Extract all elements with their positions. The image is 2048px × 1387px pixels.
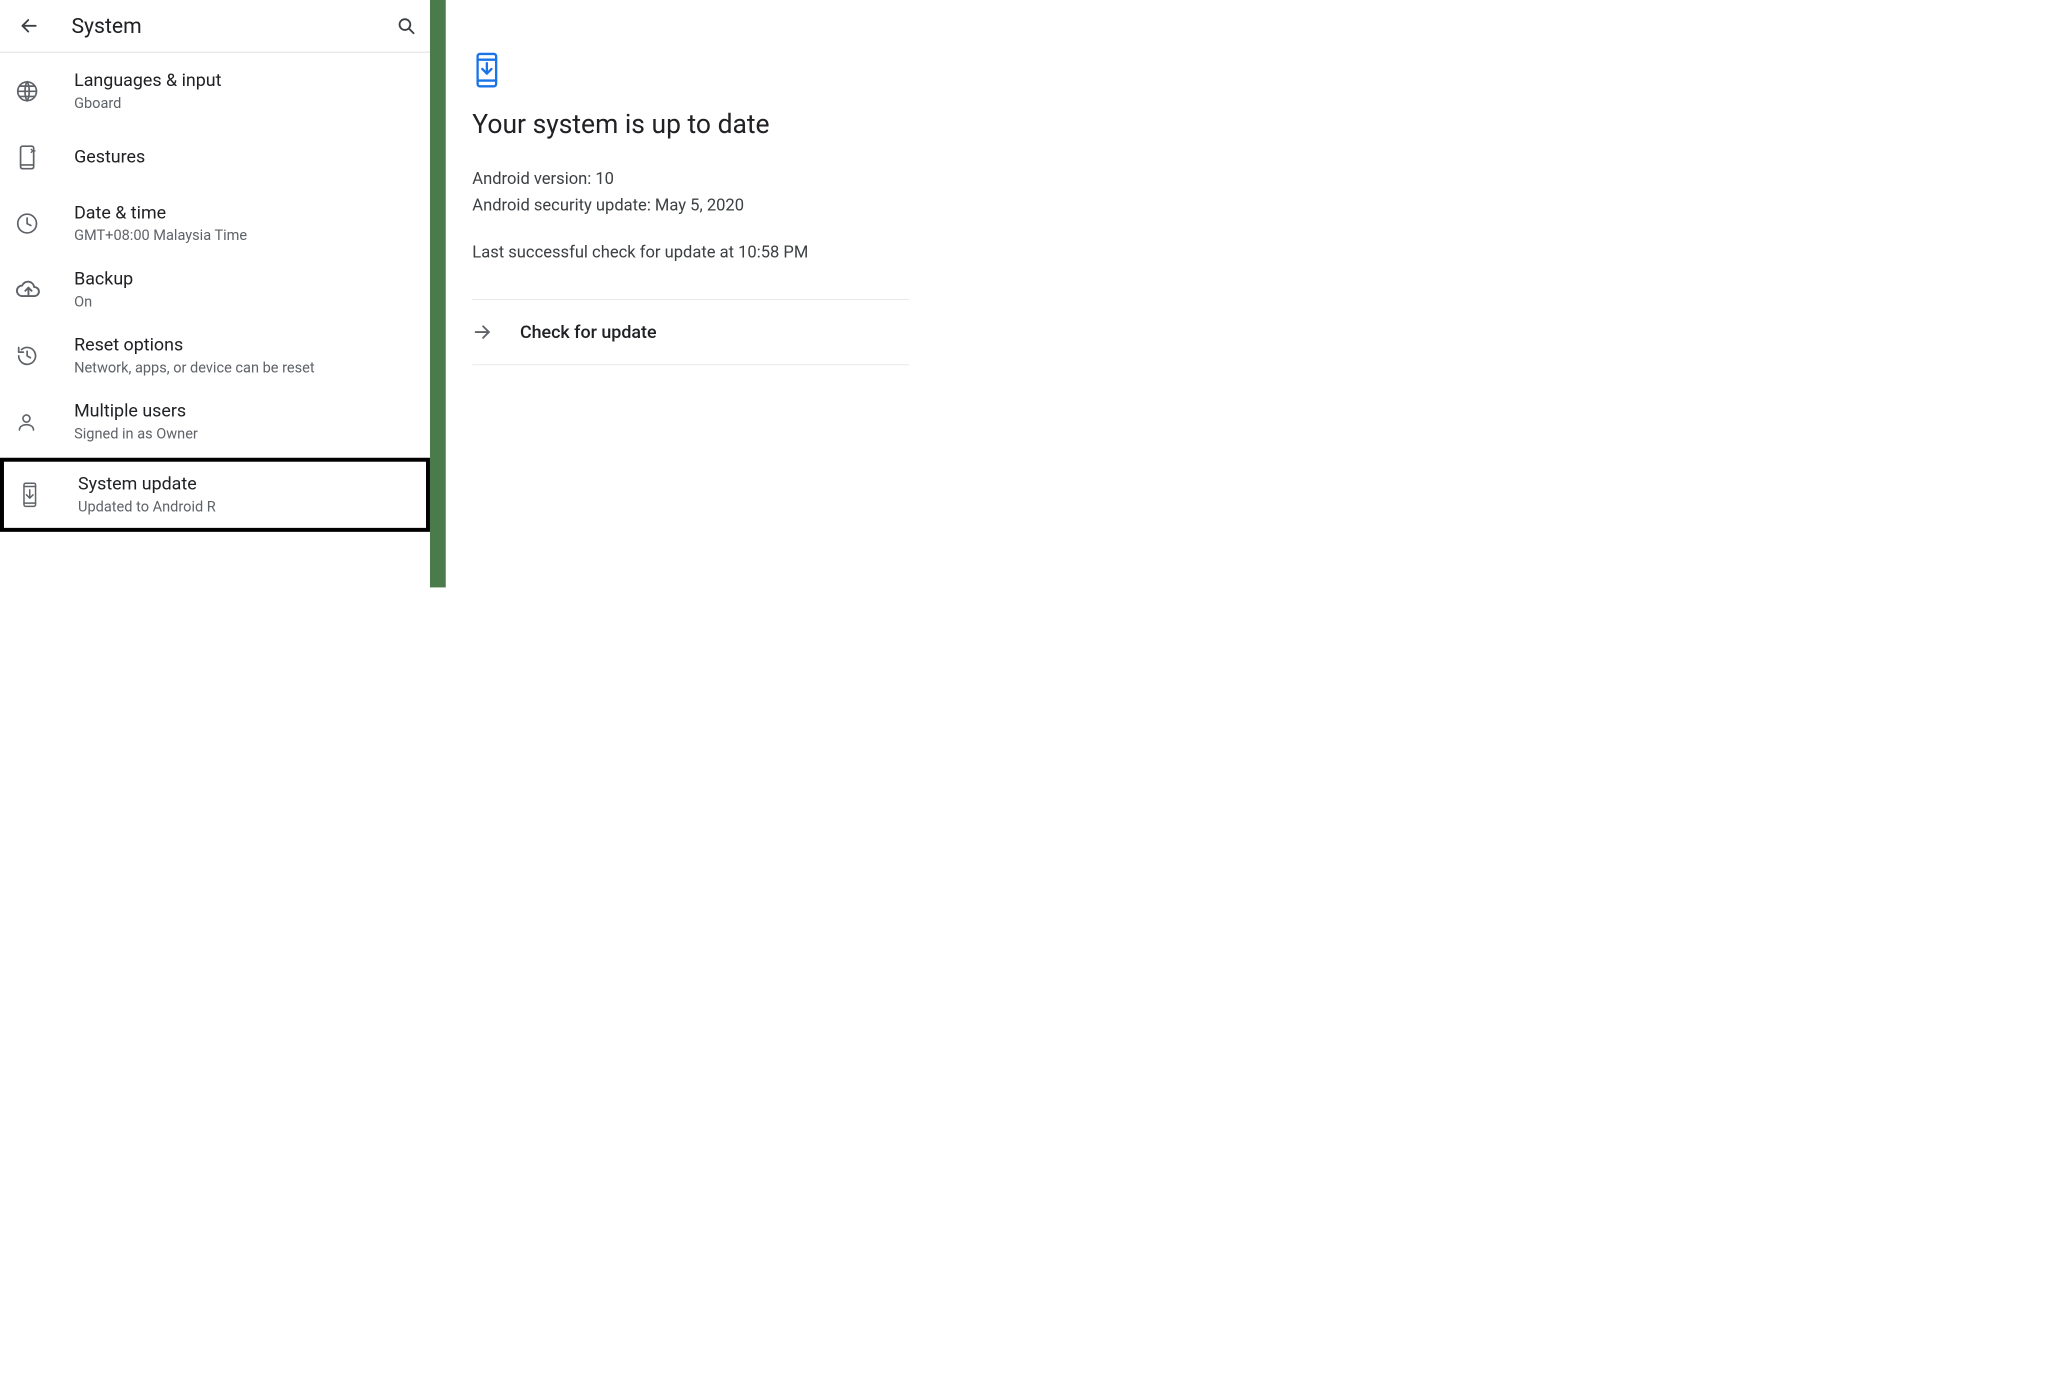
row-date-time[interactable]: Date & time GMT+08:00 Malaysia Time bbox=[0, 191, 430, 257]
gestures-icon bbox=[16, 144, 38, 170]
row-gestures[interactable]: Gestures bbox=[0, 124, 430, 190]
clock-icon bbox=[16, 212, 38, 234]
row-reset-options[interactable]: Reset options Network, apps, or device c… bbox=[0, 323, 430, 389]
arrow-forward-icon bbox=[472, 322, 492, 342]
row-languages-input[interactable]: Languages & input Gboard bbox=[0, 58, 430, 124]
row-system-update[interactable]: System update Updated to Android R bbox=[0, 458, 430, 532]
update-headline: Your system is up to date bbox=[472, 108, 882, 139]
system-update-pane: Your system is up to date Android versio… bbox=[446, 0, 909, 587]
row-label: Languages & input bbox=[74, 69, 221, 92]
row-label: Backup bbox=[74, 267, 133, 290]
settings-list: Languages & input Gboard Gestures Date &… bbox=[0, 53, 430, 532]
row-label: Gestures bbox=[74, 146, 145, 169]
page-title: System bbox=[71, 13, 390, 38]
system-update-hero-icon bbox=[472, 52, 501, 89]
row-sub: GMT+08:00 Malaysia Time bbox=[74, 227, 247, 246]
row-multiple-users[interactable]: Multiple users Signed in as Owner bbox=[0, 389, 430, 455]
pane-divider bbox=[430, 0, 446, 587]
row-sub: Signed in as Owner bbox=[74, 426, 198, 445]
check-for-update-row[interactable]: Check for update bbox=[472, 299, 909, 365]
globe-icon bbox=[16, 80, 38, 102]
system-update-icon bbox=[20, 481, 40, 507]
android-version-line: Android version: 10 bbox=[472, 166, 882, 192]
search-button[interactable] bbox=[390, 10, 422, 42]
row-label: System update bbox=[78, 472, 216, 495]
row-sub: Network, apps, or device can be reset bbox=[74, 359, 315, 378]
update-info: Android version: 10 Android security upd… bbox=[472, 166, 882, 219]
update-hero-icon-wrap bbox=[472, 52, 882, 89]
back-button[interactable] bbox=[13, 10, 45, 42]
security-update-line: Android security update: May 5, 2020 bbox=[472, 192, 882, 218]
row-label: Multiple users bbox=[74, 400, 198, 423]
person-icon bbox=[16, 411, 37, 432]
row-label: Date & time bbox=[74, 201, 247, 224]
row-label: Reset options bbox=[74, 333, 315, 356]
restore-icon bbox=[16, 345, 38, 367]
row-sub: Gboard bbox=[74, 95, 221, 114]
system-settings-pane: System Languages & input Gboard bbox=[0, 0, 430, 587]
arrow-back-icon bbox=[19, 16, 39, 36]
row-sub: Updated to Android R bbox=[78, 498, 216, 517]
last-check-line: Last successful check for update at 10:5… bbox=[472, 243, 882, 262]
search-icon bbox=[396, 16, 416, 36]
check-for-update-label: Check for update bbox=[520, 321, 657, 342]
row-sub: On bbox=[74, 293, 133, 312]
cloud-upload-icon bbox=[16, 280, 41, 300]
row-backup[interactable]: Backup On bbox=[0, 257, 430, 323]
appbar: System bbox=[0, 0, 430, 53]
